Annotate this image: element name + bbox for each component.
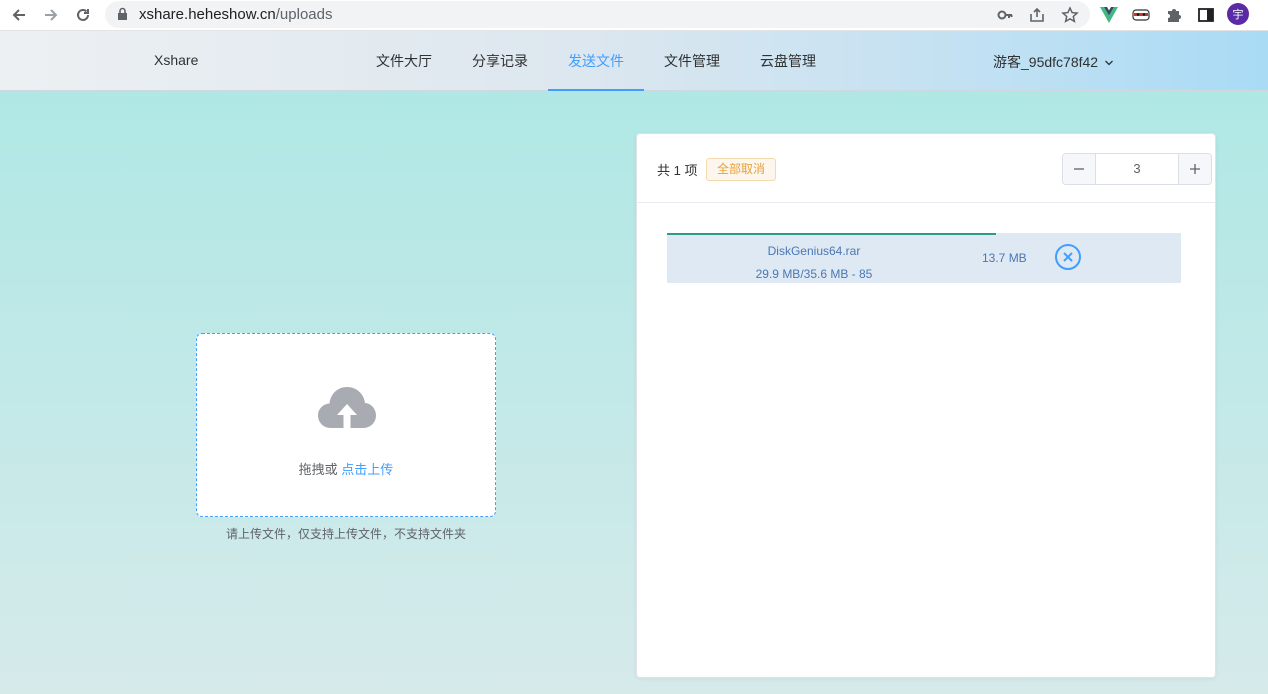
file-progress-text: 29.9 MB/35.6 MB - 85 [755, 267, 873, 281]
key-icon[interactable] [995, 5, 1015, 25]
file-size: 13.7 MB [982, 251, 1027, 265]
minus-icon [1074, 168, 1084, 170]
cloud-upload-icon [318, 387, 376, 428]
increment-button[interactable] [1178, 154, 1211, 184]
upload-queue-panel: 共 1 项 全部取消 DiskGenius64.rar 29.9 MB/35.6… [636, 133, 1216, 678]
concurrency-stepper [1062, 153, 1212, 185]
item-count: 共 1 项 [657, 163, 698, 178]
url-path: /uploads [275, 6, 333, 23]
url-host: xshare.heheshow.cn [139, 6, 276, 23]
nav-file-hall[interactable]: 文件大厅 [356, 31, 452, 91]
brand-logo[interactable]: Xshare [154, 52, 198, 68]
address-bar[interactable]: xshare.heheshow.cn/uploads [105, 1, 1090, 28]
extensions-puzzle-icon[interactable] [1163, 4, 1185, 26]
forward-icon[interactable] [39, 4, 63, 26]
top-nav: Xshare 文件大厅 分享记录 发送文件 文件管理 云盘管理 游客_95dfc… [0, 31, 1268, 91]
nav-cloud-management[interactable]: 云盘管理 [740, 31, 836, 91]
file-name: DiskGenius64.rar [767, 244, 861, 258]
click-upload-link[interactable]: 点击上传 [341, 462, 393, 477]
cancel-all-button[interactable]: 全部取消 [706, 158, 777, 181]
nav-share-records[interactable]: 分享记录 [452, 31, 548, 91]
browser-toolbar: xshare.heheshow.cn/uploads 宇 [0, 0, 1268, 31]
queue-header: 共 1 项 全部取消 [637, 134, 1215, 203]
upload-file-row: DiskGenius64.rar 29.9 MB/35.6 MB - 85 13… [667, 233, 1181, 283]
nav-send-files[interactable]: 发送文件 [548, 31, 644, 91]
upload-instruction: 拖拽或 点击上传 [197, 459, 495, 478]
nav-file-management[interactable]: 文件管理 [644, 31, 740, 91]
concurrency-input[interactable] [1096, 154, 1178, 184]
plus-icon [1190, 164, 1200, 174]
profile-avatar[interactable]: 宇 [1227, 3, 1249, 25]
user-menu[interactable]: 游客_95dfc78f42 [993, 52, 1114, 72]
file-progress-bar [667, 233, 996, 235]
back-icon[interactable] [7, 4, 31, 26]
decrement-button[interactable] [1063, 154, 1096, 184]
share-icon[interactable] [1027, 5, 1047, 25]
side-panel-icon[interactable] [1195, 4, 1217, 26]
upload-tip: 请上传文件，仅支持上传文件，不支持文件夹 [225, 527, 466, 541]
cancel-file-icon[interactable] [1054, 243, 1082, 271]
bookmark-star-icon[interactable] [1060, 5, 1080, 25]
reload-icon[interactable] [71, 4, 95, 26]
upload-dropzone[interactable]: 拖拽或 点击上传 [196, 333, 496, 517]
vue-devtools-icon[interactable] [1098, 4, 1120, 26]
drag-text: 拖拽或 [298, 462, 342, 477]
extension-mask-icon[interactable] [1130, 4, 1152, 26]
page: Xshare 文件大厅 分享记录 发送文件 文件管理 云盘管理 游客_95dfc… [0, 31, 1268, 694]
url-text: xshare.heheshow.cn/uploads [139, 6, 332, 23]
lock-icon [117, 7, 128, 26]
chevron-down-icon [1105, 60, 1114, 66]
user-name: 游客_95dfc78f42 [993, 54, 1099, 70]
